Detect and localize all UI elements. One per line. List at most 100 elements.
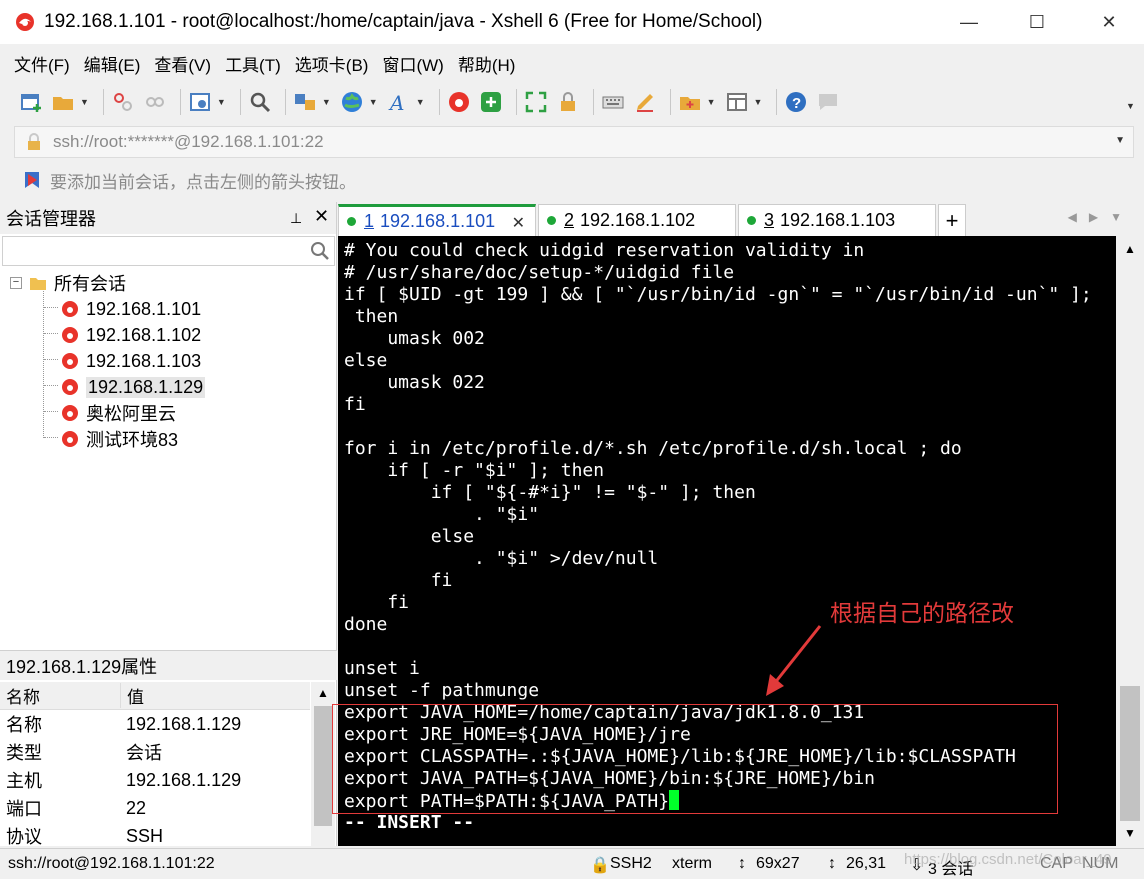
tree-item-session[interactable]: 奥松阿里云: [60, 400, 176, 426]
layout-icon[interactable]: [724, 89, 750, 115]
address-bar[interactable]: ssh://root:*******@192.168.1.101:22 ▼: [14, 126, 1134, 158]
tab-number: 3: [764, 210, 775, 230]
session-icon: [62, 301, 78, 317]
cursor-position-icon: ↕: [828, 855, 836, 872]
terminal-line: for i in /etc/profile.d/*.sh /etc/profil…: [344, 438, 962, 459]
property-row: 名称 192.168.1.129: [0, 710, 310, 738]
tree-item-session-selected[interactable]: 192.168.1.129: [60, 374, 206, 400]
property-key: 协议: [6, 827, 42, 847]
open-folder-icon[interactable]: [50, 89, 76, 115]
transfer-icon[interactable]: [292, 89, 318, 115]
font-icon[interactable]: A: [386, 89, 412, 115]
find-icon[interactable]: [247, 89, 273, 115]
open-dropdown-icon[interactable]: ▼: [80, 97, 89, 107]
toolbar-separator: [515, 89, 517, 115]
tree-item-session[interactable]: 测试环境83: [60, 426, 178, 452]
column-header-name[interactable]: 名称: [0, 683, 120, 708]
fullscreen-icon[interactable]: [523, 89, 549, 115]
hint-bar: 要添加当前会话，点击左侧的箭头按钮。: [0, 162, 1144, 198]
menu-view[interactable]: 查看(V): [154, 51, 211, 76]
scroll-up-icon[interactable]: ▲: [1124, 242, 1136, 256]
tree-root-all-sessions[interactable]: − 所有会话: [10, 270, 126, 296]
minimize-button[interactable]: —: [946, 0, 992, 44]
tab-close-icon[interactable]: ✕: [512, 213, 525, 233]
tree-connector: [44, 385, 58, 386]
scrollbar-thumb[interactable]: [314, 706, 332, 826]
properties-icon[interactable]: [187, 89, 213, 115]
toolbar-separator: [179, 89, 181, 115]
tab-session-1[interactable]: 1 192.168.1.101 ✕: [338, 204, 536, 236]
terminal-scrollbar[interactable]: ▲ ▼: [1116, 236, 1144, 846]
close-button[interactable]: ✕: [1086, 0, 1132, 44]
transfer-dropdown-icon[interactable]: ▼: [322, 97, 331, 107]
tree-item-session[interactable]: 192.168.1.101: [60, 296, 201, 322]
session-manager-close-icon[interactable]: ✕: [314, 206, 329, 227]
terminal-line: . "$i" >/dev/null: [344, 548, 659, 569]
disconnect-icon[interactable]: [110, 89, 136, 115]
tab-scroll-arrows-icon[interactable]: ◀▶▼: [1068, 210, 1134, 224]
menu-tools[interactable]: 工具(T): [225, 51, 281, 76]
xshell-icon[interactable]: [446, 89, 472, 115]
column-header-value[interactable]: 值: [120, 683, 144, 708]
tab-session-2[interactable]: 2 192.168.1.102: [538, 204, 736, 236]
tab-number: 1: [364, 211, 375, 231]
keyboard-icon[interactable]: [600, 89, 626, 115]
layout-dropdown-icon[interactable]: ▼: [754, 97, 763, 107]
session-icon: [62, 353, 78, 369]
address-text[interactable]: ssh://root:*******@192.168.1.101:22: [53, 132, 324, 152]
tab-group-dropdown-icon[interactable]: ▼: [707, 97, 716, 107]
scroll-down-icon[interactable]: ▼: [1124, 826, 1136, 840]
menu-window[interactable]: 窗口(W): [382, 51, 443, 76]
tree-item-label: 测试环境83: [86, 430, 179, 450]
chat-icon[interactable]: [815, 89, 841, 115]
toolbar-separator: [669, 89, 671, 115]
session-manager-title: 会话管理器: [6, 209, 96, 229]
new-session-icon[interactable]: [18, 89, 44, 115]
lock-icon[interactable]: [555, 89, 581, 115]
scroll-up-icon[interactable]: ▲: [317, 686, 329, 700]
property-value: 会话: [126, 743, 162, 763]
toolbar: ▼ ▼ ▼ ▼ A ▼ ▼ ▼ ?: [0, 82, 1144, 122]
toolbar-separator: [239, 89, 241, 115]
terminal-line: . "$i": [344, 504, 540, 525]
tree-item-label: 192.168.1.103: [86, 350, 202, 371]
pin-icon[interactable]: ⊥: [290, 210, 302, 227]
terminal-line: else: [344, 350, 388, 371]
new-tab-group-icon[interactable]: [677, 89, 703, 115]
tab-session-3[interactable]: 3 192.168.1.103: [738, 204, 936, 236]
scrollbar-thumb[interactable]: [1120, 686, 1140, 821]
annotation-text: 根据自己的路径改: [830, 600, 1014, 626]
add-session-arrow-icon[interactable]: [22, 170, 42, 190]
new-tab-button[interactable]: +: [938, 204, 966, 236]
menu-edit[interactable]: 编辑(E): [84, 51, 141, 76]
menu-help[interactable]: 帮助(H): [458, 51, 516, 76]
address-dropdown-icon[interactable]: ▼: [1115, 135, 1125, 146]
globe-icon[interactable]: [339, 89, 365, 115]
connected-status-icon: [547, 216, 556, 225]
font-dropdown-icon[interactable]: ▼: [416, 97, 425, 107]
tree-item-session[interactable]: 192.168.1.103: [60, 348, 201, 374]
maximize-button[interactable]: ☐: [1014, 0, 1060, 44]
session-search-input[interactable]: [2, 236, 335, 266]
properties-dropdown-icon[interactable]: ▼: [217, 97, 226, 107]
collapse-icon[interactable]: −: [10, 277, 22, 289]
reconnect-icon[interactable]: [142, 89, 168, 115]
menu-file[interactable]: 文件(F): [14, 51, 70, 76]
properties-header-row: 名称 值: [0, 682, 310, 710]
status-address: ssh://root@192.168.1.101:22: [8, 855, 215, 872]
highlight-icon[interactable]: [632, 89, 658, 115]
menu-tabs[interactable]: 选项卡(B): [295, 51, 369, 76]
terminal-line: if [ $UID -gt 199 ] && [ "`/usr/bin/id -…: [344, 284, 1092, 305]
search-icon[interactable]: [310, 241, 330, 261]
terminal-line: fi: [344, 394, 366, 415]
properties-title: 192.168.1.129属性: [0, 650, 337, 680]
tree-item-session[interactable]: 192.168.1.102: [60, 322, 201, 348]
globe-dropdown-icon[interactable]: ▼: [369, 97, 378, 107]
toolbar-overflow-icon[interactable]: ▼: [1126, 101, 1135, 111]
watermark: https://blog.csdn.net/Coloar_49: [904, 851, 1112, 868]
help-icon[interactable]: ?: [783, 89, 809, 115]
tree-connector: [44, 437, 58, 438]
hint-text: 要添加当前会话，点击左侧的箭头按钮。: [50, 172, 356, 192]
tab-bar: 1 192.168.1.101 ✕ 2 192.168.1.102 3 192.…: [338, 202, 1144, 236]
xftp-icon[interactable]: [478, 89, 504, 115]
